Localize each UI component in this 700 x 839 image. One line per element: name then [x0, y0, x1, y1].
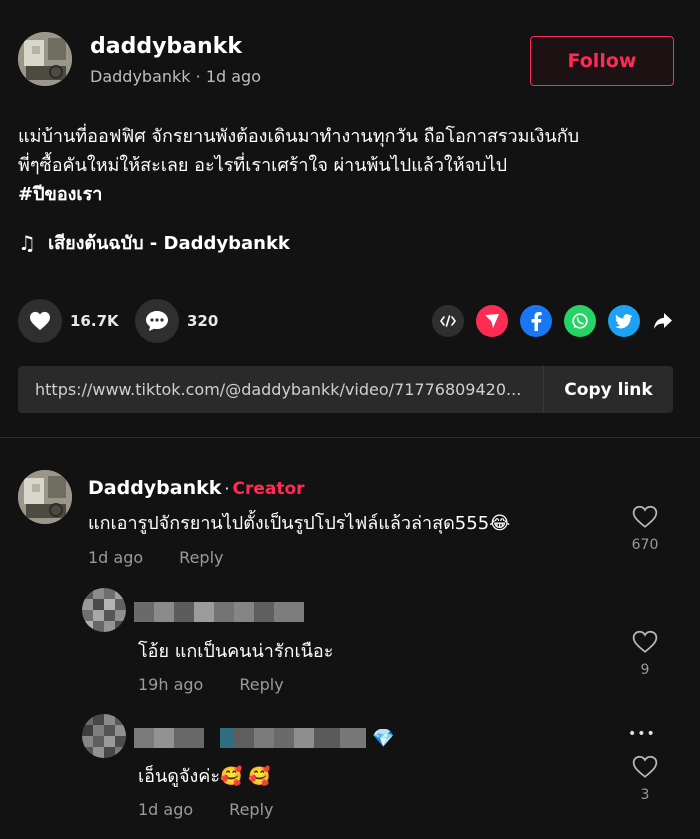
- post-header: daddybankk Daddybankk · 1d ago Follow: [18, 30, 674, 90]
- send-icon[interactable]: [476, 305, 508, 337]
- display-name: Daddybankk: [90, 67, 191, 86]
- action-bar: 16.7K 320: [18, 299, 674, 343]
- reply-button[interactable]: Reply: [179, 548, 223, 567]
- comment-like[interactable]: 9: [625, 630, 665, 678]
- blurred-username: [134, 600, 304, 628]
- comment-meta: 1d ago Reply: [138, 800, 273, 819]
- heart-outline-icon[interactable]: [632, 755, 658, 779]
- music-title: เสียงต้นฉบับ - Daddybankk: [47, 233, 290, 254]
- comment-like-count: 670: [631, 537, 659, 553]
- avatar[interactable]: [18, 470, 72, 524]
- comment-time: 1d ago: [88, 548, 144, 567]
- comment-time: 1d ago: [138, 800, 194, 819]
- avatar[interactable]: [82, 714, 126, 758]
- heart-outline-icon[interactable]: [632, 630, 658, 654]
- share-row: [432, 305, 674, 337]
- comment-text: แกเอารูปจักรยานไปตั้งเป็นรูปโปรไฟล์แล้วล…: [88, 513, 511, 534]
- creator-badge: Creator: [232, 479, 305, 499]
- comment-text: เอ็นดูจังค่ะ🥰 🥰: [138, 766, 271, 787]
- facebook-icon[interactable]: [520, 305, 552, 337]
- separator-dot: ·: [195, 67, 206, 86]
- video-link-bar: https://www.tiktok.com/@daddybankk/video…: [18, 366, 673, 413]
- caption-line: แม่บ้านที่ออฟฟิศ จักรยานพังต้องเดินมาทำง…: [18, 126, 580, 147]
- divider: [0, 437, 700, 438]
- reply-button[interactable]: Reply: [229, 800, 273, 819]
- comment-header: Daddybankk · Creator: [88, 477, 305, 499]
- hashtag-link[interactable]: #ปีของเรา: [18, 180, 678, 209]
- reply-button[interactable]: Reply: [239, 675, 283, 694]
- avatar[interactable]: [82, 588, 126, 632]
- comment-time: 19h ago: [138, 675, 204, 694]
- post-caption: แม่บ้านที่ออฟฟิศ จักรยานพังต้องเดินมาทำง…: [18, 122, 678, 209]
- comment-meta: 19h ago Reply: [138, 675, 284, 694]
- comment-like-count: 3: [640, 787, 650, 803]
- follow-button[interactable]: Follow: [530, 36, 674, 86]
- embed-icon[interactable]: [432, 305, 464, 337]
- comment-like[interactable]: 670: [625, 505, 665, 553]
- comment-author[interactable]: Daddybankk: [88, 477, 221, 499]
- blurred-username: 💎: [134, 726, 394, 750]
- video-url[interactable]: https://www.tiktok.com/@daddybankk/video…: [18, 380, 543, 399]
- whatsapp-icon[interactable]: [564, 305, 596, 337]
- heart-icon[interactable]: [18, 299, 62, 343]
- username[interactable]: daddybankk: [90, 34, 242, 59]
- caption-line: พี่ๆซื้อคันใหม่ให้สะเลย อะไรที่เราเศร้าใ…: [18, 155, 508, 176]
- comment-like[interactable]: 3: [625, 755, 665, 803]
- comment-meta: 1d ago Reply: [88, 548, 223, 567]
- copy-link-button[interactable]: Copy link: [543, 366, 673, 413]
- like-count: 16.7K: [70, 312, 119, 330]
- comment-count: 320: [187, 312, 219, 330]
- comment-action[interactable]: 320: [135, 299, 218, 343]
- comment-icon[interactable]: [135, 299, 179, 343]
- more-options-icon[interactable]: •••: [628, 726, 656, 742]
- diamond-icon: 💎: [372, 727, 395, 749]
- twitter-icon[interactable]: [608, 305, 640, 337]
- avatar[interactable]: [18, 32, 72, 86]
- comment-like-count: 9: [640, 662, 650, 678]
- heart-outline-icon[interactable]: [632, 505, 658, 529]
- post-time: 1d ago: [205, 67, 261, 86]
- share-arrow-icon[interactable]: [652, 305, 674, 337]
- music-note-icon: ♫: [18, 230, 36, 255]
- separator-dot: ·: [224, 479, 230, 498]
- post-subline: Daddybankk · 1d ago: [90, 67, 261, 86]
- like-action[interactable]: 16.7K: [18, 299, 119, 343]
- comment-text: โอ้ย แกเป็นคนน่ารักเนือะ: [138, 641, 334, 662]
- music-link[interactable]: ♫ เสียงต้นฉบับ - Daddybankk: [18, 228, 290, 257]
